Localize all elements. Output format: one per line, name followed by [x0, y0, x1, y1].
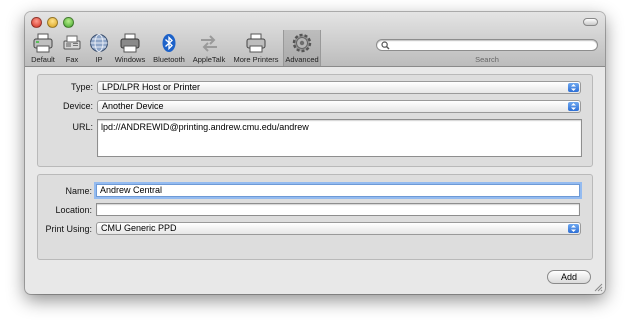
type-popup-value: LPD/LPR Host or Printer	[102, 82, 201, 92]
toolbar-ip-label: IP	[95, 55, 103, 64]
location-field[interactable]	[96, 203, 580, 216]
print-using-label: Print Using:	[45, 224, 92, 234]
toolbar-fax-label: Fax	[65, 55, 79, 64]
toolbar-more-printers-button[interactable]: More Printers	[230, 32, 282, 64]
popup-arrows-icon	[568, 83, 579, 92]
toolbar-windows-label: Windows	[114, 55, 146, 64]
url-field[interactable]: lpd://ANDREWID@printing.andrew.cmu.edu/a…	[97, 119, 582, 157]
toolbar-windows-button[interactable]: Windows	[113, 32, 147, 64]
minimize-button[interactable]	[47, 17, 58, 28]
toolbar-appletalk-label: AppleTalk	[192, 55, 226, 64]
windows-printer-icon	[120, 33, 140, 53]
fax-icon	[63, 35, 81, 50]
zoom-button[interactable]	[63, 17, 74, 28]
toolbar-bluetooth-label: Bluetooth	[153, 55, 185, 64]
add-button[interactable]: Add	[547, 270, 591, 284]
url-field-value: lpd://ANDREWID@printing.andrew.cmu.edu/a…	[101, 122, 309, 132]
toolbar-advanced-label: Advanced	[285, 55, 319, 64]
toolbar-appletalk-button[interactable]: AppleTalk	[189, 32, 229, 64]
toolbar-advanced-button[interactable]: Advanced	[283, 30, 321, 66]
printer-icon	[246, 33, 266, 53]
device-popup-value: Another Device	[102, 101, 164, 111]
globe-icon	[90, 34, 108, 52]
toolbar: Default Fax IP Windows Bluetooth AppleTa…	[25, 12, 605, 67]
toolbar-toggle-button[interactable]	[583, 18, 598, 26]
search-label: Search	[475, 55, 499, 64]
name-field-value: Andrew Central	[100, 185, 163, 195]
name-label: Name:	[65, 186, 92, 196]
location-label: Location:	[55, 205, 92, 215]
toolbar-bluetooth-button[interactable]: Bluetooth	[151, 32, 187, 64]
toolbar-default-label: Default	[31, 55, 55, 64]
toolbar-ip-button[interactable]: IP	[87, 32, 111, 64]
device-label: Device:	[62, 101, 93, 111]
url-label: URL:	[72, 122, 93, 132]
print-using-popup[interactable]: CMU Generic PPD	[96, 222, 581, 235]
search-field[interactable]	[376, 39, 598, 51]
bluetooth-icon	[162, 34, 176, 52]
toolbar-fax-button[interactable]: Fax	[59, 32, 85, 64]
popup-arrows-icon	[568, 224, 579, 233]
appletalk-icon	[201, 35, 217, 52]
popup-arrows-icon	[568, 102, 579, 111]
type-label: Type:	[70, 82, 93, 92]
search-icon	[381, 41, 390, 50]
printer-icon	[33, 33, 53, 53]
name-field[interactable]: Andrew Central	[96, 184, 580, 197]
gear-icon	[292, 33, 312, 53]
type-popup[interactable]: LPD/LPR Host or Printer	[97, 81, 581, 94]
device-popup[interactable]: Another Device	[97, 100, 581, 113]
resize-grip-icon[interactable]	[594, 283, 603, 292]
print-using-popup-value: CMU Generic PPD	[101, 223, 177, 233]
toolbar-default-button[interactable]: Default	[29, 32, 57, 64]
window-controls	[31, 17, 74, 28]
close-button[interactable]	[31, 17, 42, 28]
add-printer-window: Default Fax IP Windows Bluetooth AppleTa…	[25, 12, 605, 294]
toolbar-more-printers-label: More Printers	[233, 55, 279, 64]
